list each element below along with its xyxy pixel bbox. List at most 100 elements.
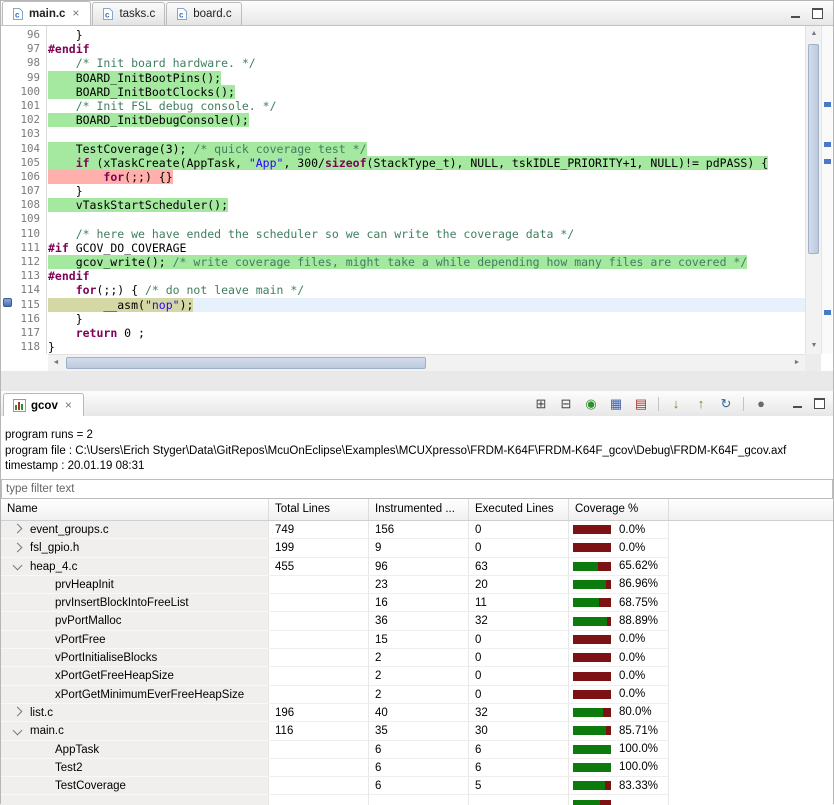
gutter-cell[interactable] <box>1 97 15 111</box>
maximize-icon[interactable] <box>812 8 823 19</box>
gutter-cell[interactable] <box>1 111 15 125</box>
code-line[interactable]: } <box>48 184 805 198</box>
tab-gcov[interactable]: gcov <box>3 393 84 417</box>
export-coverage-icon[interactable]: ↑ <box>693 396 709 412</box>
table-row[interactable]: prvHeapInit 23 20 86.96% <box>1 575 833 595</box>
gutter-cell[interactable] <box>1 40 15 54</box>
gutter-cell[interactable] <box>1 196 15 210</box>
column-header-total-lines[interactable]: Total Lines <box>269 499 369 520</box>
expand-all-icon[interactable]: ⊞ <box>533 396 549 412</box>
column-header-coverage[interactable]: Coverage % <box>569 499 669 520</box>
code-line[interactable]: } <box>48 340 805 354</box>
table-row[interactable]: vPortInitialiseBlocks 2 0 0.0% <box>1 649 833 668</box>
line-number-column[interactable]: 96 97 98 99 100 101 102 103 104 105 106 107 108 109 11… <box>15 26 47 354</box>
table-row[interactable]: list.c 196 40 32 80.0% <box>1 703 833 723</box>
gutter-cell[interactable] <box>1 310 15 324</box>
tab-tasks-c[interactable]: c tasks.c <box>92 2 166 25</box>
collapse-arrow-icon[interactable] <box>12 560 23 571</box>
maximize-icon[interactable] <box>814 397 825 409</box>
code-line[interactable]: /* here we have ended the scheduler so w… <box>48 227 805 241</box>
gutter-cell[interactable] <box>1 253 15 267</box>
table-row[interactable]: pvPortMalloc 36 32 88.89% <box>1 612 833 631</box>
code-line[interactable]: __asm("nop"); <box>48 297 805 312</box>
chart-icon[interactable]: ▦ <box>608 396 624 412</box>
column-header-instrumented[interactable]: Instrumented ... <box>369 499 469 520</box>
occurrence-marker[interactable] <box>824 102 831 107</box>
table-row[interactable]: Test2 6 6 100.0% <box>1 758 833 778</box>
table-row[interactable]: AppTask 6 6 100.0% <box>1 740 833 759</box>
code-line[interactable]: } <box>48 312 805 326</box>
gutter-cell[interactable] <box>1 140 15 154</box>
gutter-cell[interactable] <box>1 83 15 97</box>
filter-input[interactable] <box>1 479 833 499</box>
vertical-scrollbar[interactable]: ▲ ▼ <box>805 26 821 354</box>
gutter-cell[interactable] <box>1 69 15 83</box>
close-icon[interactable] <box>63 400 74 411</box>
gutter-cell[interactable] <box>1 154 15 168</box>
table-row[interactable]: main.c 116 35 30 85.71% <box>1 722 833 741</box>
gutter-cell[interactable] <box>1 26 15 40</box>
scroll-up-icon[interactable]: ▲ <box>806 26 822 42</box>
expand-arrow-icon[interactable] <box>12 524 23 534</box>
scroll-left-icon[interactable]: ◄ <box>48 355 64 371</box>
gutter-cell[interactable] <box>1 225 15 239</box>
overview-ruler[interactable] <box>821 26 833 354</box>
minimize-icon[interactable] <box>793 405 802 408</box>
gutter-cell[interactable] <box>1 210 15 224</box>
horizontal-scrollbar[interactable]: ◄ ► <box>48 354 805 371</box>
occurrence-marker[interactable] <box>824 310 831 315</box>
table-row[interactable]: heap_4.c 455 96 63 65.62% <box>1 557 833 576</box>
gutter-cell[interactable] <box>1 125 15 139</box>
occurrence-marker[interactable] <box>824 159 831 164</box>
code-line[interactable]: gcov_write(); /* write coverage files, m… <box>48 255 805 270</box>
tab-main-c[interactable]: c main.c <box>2 1 92 25</box>
code-line[interactable]: BOARD_InitDebugConsole(); <box>48 113 805 128</box>
gutter-cell[interactable] <box>1 182 15 196</box>
export-csv-icon[interactable]: ▤ <box>633 396 649 412</box>
horizontal-scrollbar-thumb[interactable] <box>66 357 426 369</box>
code-line[interactable]: TestCoverage(3); /* quick coverage test … <box>48 141 805 156</box>
tab-board-c[interactable]: c board.c <box>166 2 242 25</box>
expand-arrow-icon[interactable] <box>12 542 23 553</box>
gutter-cell[interactable] <box>1 296 15 310</box>
gutter-cell[interactable] <box>1 281 15 295</box>
gutter-cell[interactable] <box>1 324 15 338</box>
code-line[interactable]: for(;;) { /* do not leave main */ <box>48 283 805 297</box>
code-line[interactable]: #if GCOV_DO_COVERAGE <box>48 241 805 255</box>
occurrence-marker[interactable] <box>824 142 831 147</box>
expand-arrow-icon[interactable] <box>12 706 23 717</box>
column-header-executed[interactable]: Executed Lines <box>469 499 569 520</box>
code-line[interactable]: /* Init board hardware. */ <box>48 56 805 70</box>
table-row[interactable]: xPortGetMinimumEverFreeHeapSize 2 0 0.0% <box>1 685 833 704</box>
code-line[interactable]: return 0 ; <box>48 326 805 340</box>
table-row[interactable]: fsl_gpio.h 199 9 0 0.0% <box>1 539 833 558</box>
view-menu-icon[interactable]: ● <box>753 396 769 412</box>
code-line[interactable]: if (xTaskCreate(AppTask, "App", 300/size… <box>48 155 805 170</box>
vertical-scrollbar-thumb[interactable] <box>808 44 819 254</box>
collapse-all-icon[interactable]: ⊟ <box>558 396 574 412</box>
gutter-cell[interactable] <box>1 267 15 281</box>
code-line[interactable]: #endif <box>48 269 805 283</box>
table-row[interactable]: prvInsertBlockIntoFreeList 16 11 68.75% <box>1 594 833 613</box>
scroll-down-icon[interactable]: ▼ <box>806 338 822 354</box>
gutter-cell[interactable] <box>1 239 15 253</box>
code-line[interactable]: } <box>48 28 805 42</box>
code-line[interactable]: BOARD_InitBootClocks(); <box>48 84 805 99</box>
code-line[interactable]: for(;;) {} <box>48 169 805 185</box>
gutter-cell[interactable] <box>1 54 15 68</box>
table-row[interactable]: xPortGetFreeHeapSize 2 0 0.0% <box>1 667 833 686</box>
table-row[interactable]: vPortFree 15 0 0.0% <box>1 630 833 650</box>
code-lines[interactable]: } #endif /* Init board hardware. */ BOARD… <box>48 26 805 354</box>
collapse-arrow-icon[interactable] <box>12 725 23 736</box>
code-line[interactable] <box>48 212 805 226</box>
close-icon[interactable] <box>70 8 81 19</box>
table-row[interactable]: TestCoverage 6 5 83.33% <box>1 777 833 796</box>
scroll-right-icon[interactable]: ► <box>789 355 805 371</box>
column-header-name[interactable]: Name <box>1 499 269 520</box>
code-line[interactable]: /* Init FSL debug console. */ <box>48 99 805 113</box>
pane-sash[interactable] <box>1 371 833 391</box>
code-editor[interactable]: 96 97 98 99 100 101 102 103 104 105 106 107 108 109 11… <box>1 26 833 354</box>
gutter-cell[interactable] <box>1 338 15 352</box>
minimize-icon[interactable] <box>791 16 800 18</box>
gutter-cell[interactable] <box>1 168 15 182</box>
